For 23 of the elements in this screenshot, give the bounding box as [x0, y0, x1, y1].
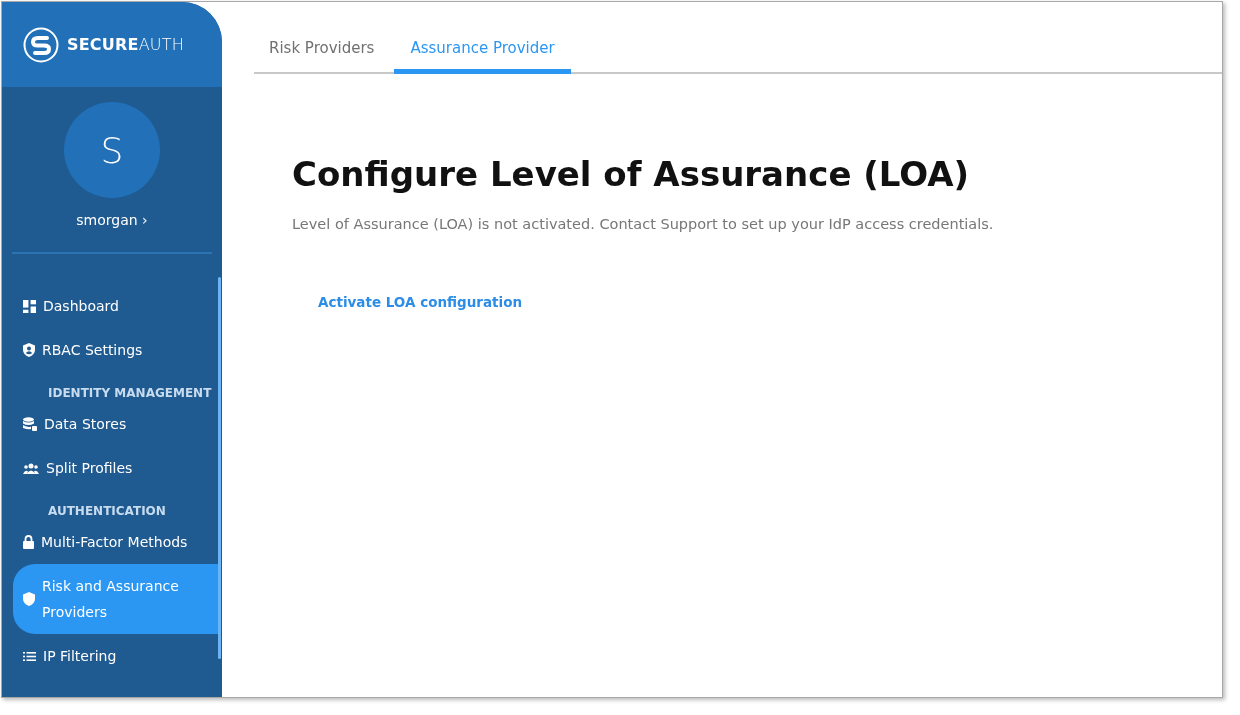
- lock-icon: [23, 535, 34, 549]
- section-heading: IDENTITY MANAGEMENT: [47, 385, 213, 402]
- nav-item[interactable]: IP Filtering: [2, 634, 218, 678]
- dashboard-icon: [23, 299, 36, 313]
- list-icon: [23, 651, 36, 661]
- shield-icon: [23, 592, 35, 606]
- user-menu-link[interactable]: smorgan ›: [76, 212, 148, 228]
- people-icon: [23, 462, 39, 474]
- nav-item[interactable]: RBAC Settings: [2, 328, 218, 372]
- status-message: Level of Assurance (LOA) is not activated. Contact Support to set up your IdP access credentials.: [292, 216, 995, 232]
- nav-item[interactable]: Multi-Factor Methods: [2, 520, 218, 564]
- scrollbar[interactable]: [218, 277, 221, 659]
- shield-icon: [23, 343, 35, 357]
- page-heading: Configure Level of Assurance (LOA): [292, 154, 971, 194]
- nav-item[interactable]: Split Profiles: [2, 446, 218, 490]
- database-icon: [23, 417, 37, 431]
- nav-item[interactable]: Data Stores: [2, 402, 218, 446]
- section-heading: AUTHENTICATION: [47, 503, 167, 520]
- avatar: S: [64, 102, 160, 198]
- tab[interactable]: Risk Providers: [269, 29, 375, 74]
- nav-item[interactable]: Dashboard: [2, 284, 218, 328]
- logo-text: SECUREAUTH: [67, 35, 184, 54]
- logo-icon: [23, 26, 59, 63]
